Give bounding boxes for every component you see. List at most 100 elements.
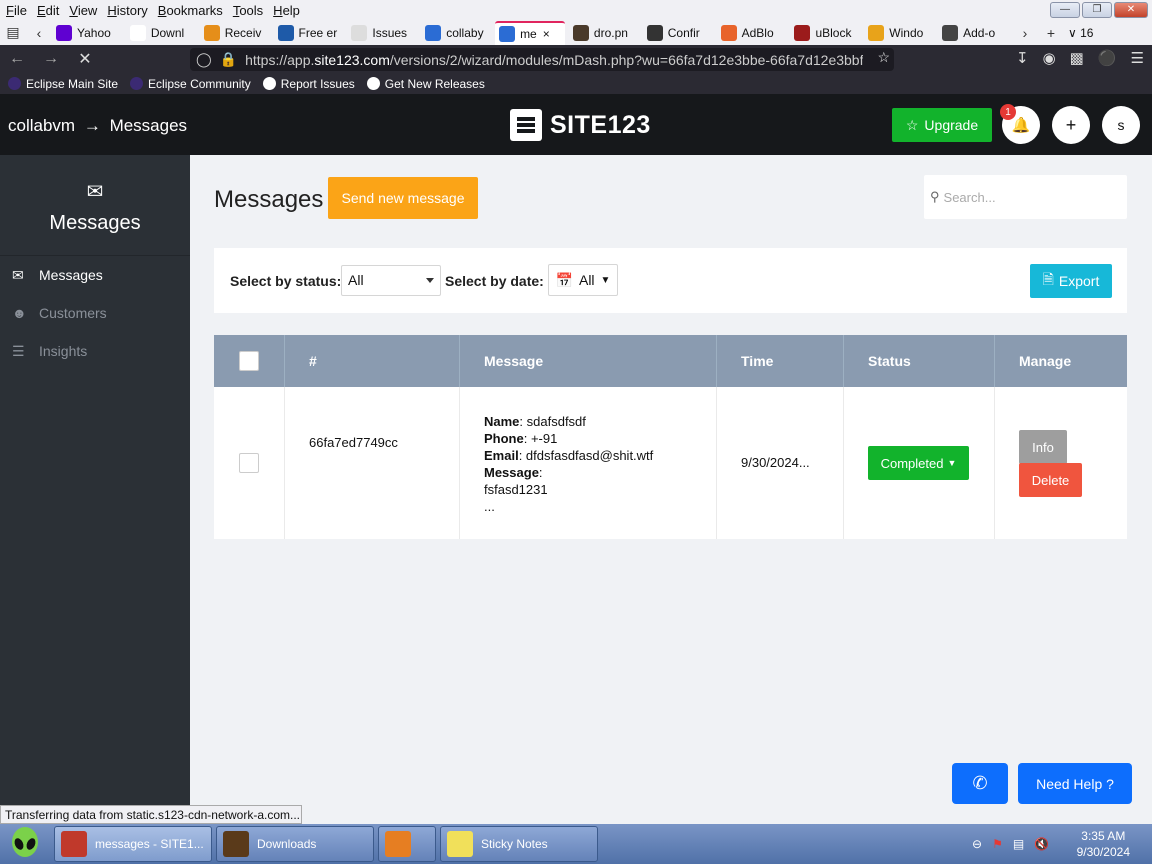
export-button[interactable]: 🗎 Export [1030,264,1112,298]
tab-label: dro.pn [593,25,628,40]
row-time-cell: 9/30/2024... [717,387,844,539]
upgrade-button[interactable]: ☆ Upgrade [892,108,992,142]
browser-tab[interactable]: Downl [126,21,196,45]
bookmark-eclipse-main[interactable]: Eclipse Main Site [8,77,118,91]
restore-button[interactable]: ❐ [1082,2,1112,18]
tab-favicon-icon [277,24,294,41]
shield-icon[interactable]: ◯ [196,51,212,68]
bookmark-get-releases[interactable]: Get New Releases [366,76,485,91]
phone-button[interactable]: ✆ [952,763,1008,804]
tab-favicon-icon [572,24,589,41]
browser-tab[interactable]: Free er [274,21,344,45]
close-tab-icon[interactable]: × [543,27,550,41]
github-icon [366,77,380,90]
menu-bookmarks[interactable]: Bookmarks [158,3,223,18]
tab-list-icon[interactable]: ▤ [0,24,26,41]
status-select[interactable]: All [341,265,441,296]
browser-tab[interactable]: Receiv [200,21,270,45]
email-label: Email [484,448,519,463]
clock[interactable]: 3:35 AM 9/30/2024 [1077,828,1130,860]
export-label: Export [1058,273,1100,289]
browser-tab[interactable]: uBlock [790,21,860,45]
close-window-button[interactable]: ✕ [1114,2,1148,18]
menu-icon[interactable]: ☰ [1131,49,1144,67]
browser-tab[interactable]: Add-o [938,21,1008,45]
user-avatar[interactable]: s [1102,106,1140,144]
menu-tools[interactable]: Tools [233,3,263,18]
browser-tab[interactable]: Windo [864,21,934,45]
add-button[interactable]: + [1052,106,1090,144]
bookmark-report-issues[interactable]: Report Issues [262,77,355,91]
scroll-tabs-left-icon[interactable]: ‹ [26,25,52,41]
volume-muted-icon[interactable]: 🔇 [1034,837,1049,851]
downloads-icon[interactable]: ↧ [1016,49,1029,67]
phone-value: : +-91 [523,431,558,446]
new-tab-icon[interactable]: + [1038,25,1064,41]
table-header: # Message Time Status Manage [214,335,1127,387]
tab-favicon-icon [351,24,368,41]
tab-favicon-icon [942,24,959,41]
status-dropdown-button[interactable]: Completed ▼ [868,446,969,480]
taskbar-sticky-notes[interactable]: Sticky Notes [440,826,598,862]
url-bar[interactable]: ◯ 🔒 https://app. site123.com/versions/2/w… [190,48,894,71]
flag-icon[interactable]: ⚑ [992,837,1003,851]
message-ellipsis: ... [484,499,495,514]
browser-tab[interactable]: dro.pn [569,21,639,45]
ublock-icon[interactable]: ⚫ [1098,49,1117,67]
date-select[interactable]: 📅 All ▼ [548,264,618,296]
browser-tab[interactable]: me × [495,20,565,45]
stop-icon[interactable]: ✕ [68,49,102,69]
account-icon[interactable]: ◉ [1043,49,1056,67]
tab-label: Receiv [224,25,262,40]
forward-icon[interactable]: → [34,50,68,68]
minus-circle-icon[interactable]: ⊖ [972,837,982,851]
taskbar-media-player[interactable] [378,826,436,862]
lock-icon[interactable]: 🔒 [220,51,237,68]
browser-tab[interactable]: Confir [643,21,713,45]
tab-label: Downl [150,25,185,40]
header-select-all [214,335,285,387]
tab-label: Add-o [963,25,996,40]
browser-tab[interactable]: collaby [421,21,491,45]
start-button[interactable] [4,826,46,862]
sidebar-item-messages[interactable]: ✉ Messages [0,256,190,294]
browser-tab[interactable]: AdBlo [717,21,787,45]
sidebar-item-customers[interactable]: ☻ Customers [0,294,190,332]
taskbar-firefox[interactable]: messages - SITE1... [54,826,212,862]
url-path: /versions/2/wizard/modules/mDash.php?wu=… [389,51,864,68]
row-checkbox[interactable] [239,453,259,473]
tab-count[interactable]: ∨ 16 [1068,26,1093,40]
taskbar-downloads[interactable]: Downloads [216,826,374,862]
bookmark-eclipse-community[interactable]: Eclipse Community [130,77,251,91]
bookmark-label: Get New Releases [384,76,485,91]
breadcrumb-site[interactable]: collabvm [8,116,75,135]
browser-tab[interactable]: Yahoo [52,21,122,45]
sidebar-item-insights[interactable]: ☰ Insights [0,332,190,370]
menu-file[interactable]: File [6,3,27,18]
message-label: Message [484,465,539,480]
menu-bar: File Edit View History Bookmarks Tools H… [0,0,1152,20]
menu-history[interactable]: History [107,3,147,18]
search-input[interactable]: ⚲ Search... [924,175,1127,219]
need-help-button[interactable]: Need Help ? [1018,763,1132,804]
bookmark-star-icon[interactable]: ☆ [877,49,890,66]
network-icon[interactable]: ▤ [1013,837,1024,851]
menu-edit[interactable]: Edit [37,3,59,18]
caret-down-icon: ▼ [947,458,957,468]
browser-tab[interactable]: Issues [347,21,417,45]
menu-view[interactable]: View [69,3,97,18]
row-manage-cell: Info Delete [995,387,1127,539]
row-message-cell: Name: sdafsdfsdf Phone: +-91 Email: dfds… [460,387,717,539]
users-icon: ☻ [12,305,27,321]
extensions-icon[interactable]: ▩ [1070,49,1084,67]
menu-help[interactable]: Help [273,3,300,18]
scroll-tabs-right-icon[interactable]: › [1012,25,1038,41]
tab-favicon-icon [129,24,146,41]
minimize-button[interactable]: — [1050,2,1080,18]
info-button[interactable]: Info [1019,430,1067,464]
delete-button[interactable]: Delete [1019,463,1082,497]
back-icon[interactable]: ← [0,50,34,68]
site123-logo[interactable]: SITE123 [510,109,651,141]
send-new-message-button[interactable]: Send new message [328,177,478,219]
select-all-checkbox[interactable] [239,351,259,371]
